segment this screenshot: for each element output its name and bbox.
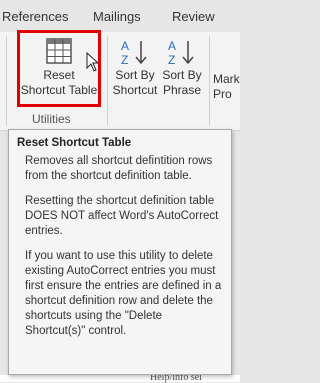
ribbon-separator (209, 36, 210, 126)
svg-text:A: A (168, 39, 176, 53)
sort-phrase-line1: Sort By (162, 68, 202, 82)
tooltip-paragraph: Removes all shortcut defintition rows fr… (25, 155, 213, 182)
tab-mailings[interactable]: Mailings (93, 9, 141, 24)
tooltip-title: Reset Shortcut Table (17, 137, 132, 149)
tooltip: Reset Shortcut Table Removes all shortcu… (8, 129, 232, 375)
svg-text:Z: Z (168, 53, 175, 66)
mark-label-line1: Mark (213, 72, 240, 86)
tab-review[interactable]: Review (172, 9, 215, 24)
group-label-utilities: Utilities (32, 112, 71, 126)
tooltip-paragraph: If you want to use this utility to delet… (25, 250, 222, 337)
tab-references[interactable]: References (2, 9, 68, 24)
document-area (0, 375, 240, 382)
sort-shortcut-line1: Sort By (115, 68, 155, 82)
mark-button[interactable]: Mark Pro (213, 72, 240, 102)
mark-label-line2: Pro (213, 87, 232, 101)
svg-text:Z: Z (121, 53, 128, 66)
sort-az-icon: A Z (121, 39, 147, 66)
ribbon-separator (6, 36, 7, 126)
sort-by-shortcut-button[interactable]: A Z Sort By Shortcut (110, 38, 160, 98)
ribbon-separator (107, 36, 108, 126)
ribbon-tabs: References Mailings Review (0, 0, 240, 32)
tooltip-paragraph: Resetting the shortcut definition table … (25, 195, 219, 237)
sort-by-phrase-button[interactable]: A Z Sort By Phrase (160, 38, 204, 98)
sort-az-icon: A Z (168, 39, 194, 66)
highlight-box (17, 30, 101, 107)
svg-text:A: A (121, 39, 129, 53)
sort-shortcut-line2: Shortcut (112, 83, 158, 97)
sort-phrase-line2: Phrase (162, 83, 202, 97)
